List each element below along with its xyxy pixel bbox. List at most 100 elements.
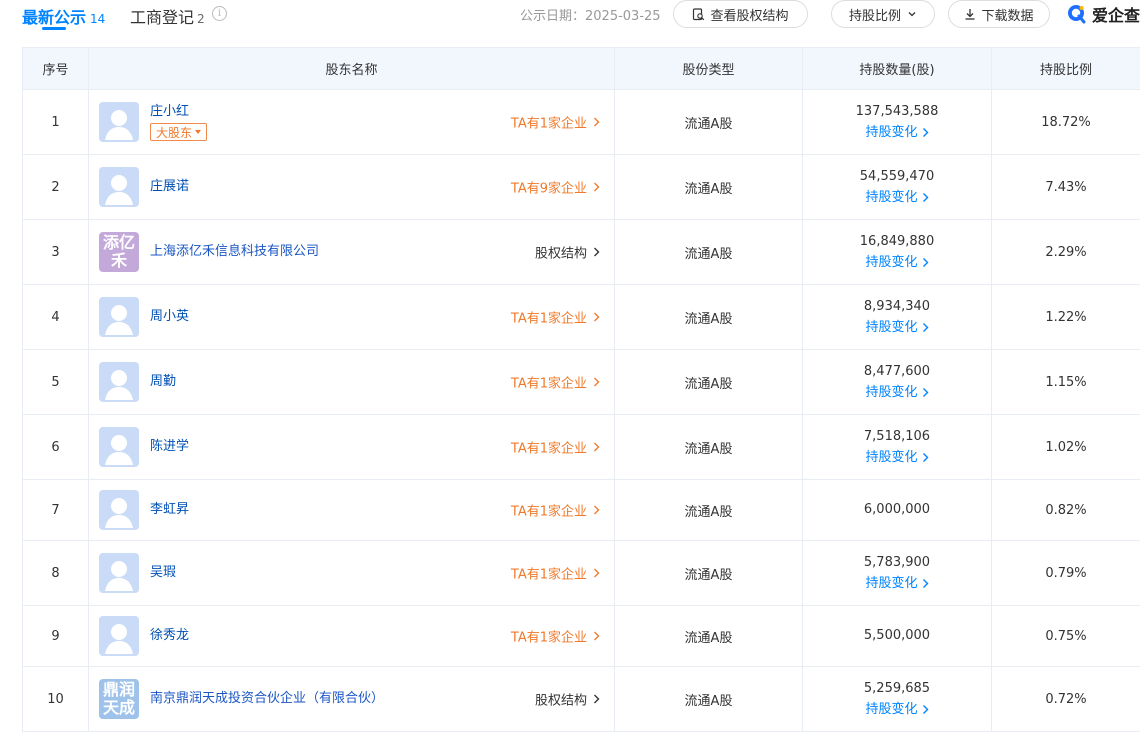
tab-business-registration[interactable]: 工商登记 2 <box>130 4 205 28</box>
table-row: 8 吴瑕 TA有1家企业 流通A股 5,783,900 持股变化 0.79% <box>22 540 1140 606</box>
related-companies-link[interactable]: TA有1家企业 <box>511 438 600 457</box>
document-search-icon <box>693 7 705 20</box>
chevron-right-icon <box>922 258 928 267</box>
holding-change-link[interactable]: 持股变化 <box>865 189 928 207</box>
share-quantity: 5,783,900 <box>863 554 931 570</box>
person-avatar[interactable] <box>99 167 139 207</box>
holding-ratio-dropdown[interactable]: 持股比例 <box>831 0 935 28</box>
shareholder-name-link[interactable]: 周小英 <box>150 308 189 326</box>
shareholder-name-link[interactable]: 陈进学 <box>150 438 189 456</box>
shareholder-name-link[interactable]: 周勤 <box>150 373 176 391</box>
shareholder-name-link[interactable]: 吴瑕 <box>150 564 176 582</box>
aiqicha-logo: 爱企查 <box>1066 2 1140 26</box>
logo-icon <box>1068 5 1086 24</box>
chevron-right-icon <box>922 128 928 137</box>
shareholder-name-link[interactable]: 徐秀龙 <box>150 627 189 645</box>
chevron-right-icon <box>594 694 600 704</box>
holding-change-label: 持股变化 <box>865 124 918 140</box>
person-avatar[interactable] <box>99 616 139 656</box>
download-icon <box>965 9 975 20</box>
related-companies-link[interactable]: TA有1家企业 <box>511 627 600 646</box>
column-header-ratio[interactable]: 持股比例 <box>991 47 1140 90</box>
column-header-quantity[interactable]: 持股数量(股) <box>802 47 992 90</box>
holding-ratio: 0.79% <box>991 540 1140 606</box>
quantity-cell: 5,783,900 持股变化 <box>802 540 992 606</box>
holding-change-label: 持股变化 <box>865 701 918 717</box>
holding-change-link[interactable]: 持股变化 <box>865 449 928 467</box>
person-avatar[interactable] <box>99 297 139 337</box>
caret-down-icon <box>195 130 202 134</box>
person-avatar[interactable] <box>99 102 139 142</box>
row-index: 9 <box>22 605 89 667</box>
tab-latest-disclosure[interactable]: 最新公示 14 <box>22 4 105 28</box>
chevron-right-icon <box>594 442 600 452</box>
table-row: 2 庄展诺 TA有9家企业 流通A股 54,559,470 持股变化 7.43% <box>22 154 1140 220</box>
holding-change-label: 持股变化 <box>865 384 918 400</box>
row-index: 5 <box>22 349 89 415</box>
holding-change-link[interactable]: 持股变化 <box>865 319 928 337</box>
major-shareholder-badge[interactable]: 大股东 <box>150 123 208 141</box>
row-index: 3 <box>22 219 89 285</box>
shareholder-name-link[interactable]: 南京鼎润天成投资合伙企业（有限合伙） <box>150 690 384 708</box>
equity-structure-link[interactable]: 股权结构 <box>535 690 600 709</box>
view-equity-structure-button[interactable]: 查看股权结构 <box>673 0 808 28</box>
holding-change-link[interactable]: 持股变化 <box>865 254 928 272</box>
person-avatar[interactable] <box>99 427 139 467</box>
quantity-cell: 7,518,106 持股变化 <box>802 414 992 480</box>
column-header-index: 序号 <box>22 47 89 90</box>
link-label: TA有1家企业 <box>510 504 587 520</box>
chevron-right-icon <box>594 247 600 257</box>
related-companies-link[interactable]: TA有1家企业 <box>511 564 600 583</box>
person-avatar-icon <box>105 624 133 654</box>
header: 最新公示 14 工商登记 2 i 公示日期：2025-03-25 查看股权结构 … <box>0 0 1140 40</box>
holding-ratio: 0.72% <box>991 666 1140 732</box>
equity-structure-link[interactable]: 股权结构 <box>535 243 600 262</box>
related-companies-link[interactable]: TA有1家企业 <box>511 501 600 520</box>
link-label: TA有1家企业 <box>510 441 587 457</box>
shareholder-cell: 周小英 TA有1家企业 <box>88 284 615 350</box>
company-avatar[interactable]: 添亿禾 <box>99 232 139 272</box>
share-type: 流通A股 <box>614 605 803 667</box>
shareholder-name-link[interactable]: 上海添亿禾信息科技有限公司 <box>150 243 319 261</box>
holding-change-link[interactable]: 持股变化 <box>865 384 928 402</box>
chevron-right-icon <box>922 453 928 462</box>
shareholder-name-link[interactable]: 庄展诺 <box>150 178 189 196</box>
related-companies-link[interactable]: TA有1家企业 <box>511 373 600 392</box>
share-quantity: 8,477,600 <box>863 363 931 379</box>
holding-change-link[interactable]: 持股变化 <box>865 575 928 593</box>
shareholder-cell: 鼎润天成 南京鼎润天成投资合伙企业（有限合伙） 股权结构 <box>88 666 615 732</box>
holding-ratio: 1.02% <box>991 414 1140 480</box>
row-index: 1 <box>22 89 89 155</box>
shareholder-cell: 陈进学 TA有1家企业 <box>88 414 615 480</box>
holding-change-label: 持股变化 <box>865 189 918 205</box>
related-companies-link[interactable]: TA有9家企业 <box>511 178 600 197</box>
holding-ratio: 0.75% <box>991 605 1140 667</box>
shareholder-name-link[interactable]: 李虹昇 <box>150 501 189 519</box>
logo-text: 爱企查 <box>1092 6 1140 25</box>
link-label: TA有9家企业 <box>510 181 587 197</box>
button-label: 下载数据 <box>981 8 1034 24</box>
download-data-button[interactable]: 下载数据 <box>948 0 1050 28</box>
link-label: TA有1家企业 <box>510 376 587 392</box>
chevron-right-icon <box>594 377 600 387</box>
related-companies-link[interactable]: TA有1家企业 <box>511 113 600 132</box>
person-avatar[interactable] <box>99 362 139 402</box>
person-avatar-icon <box>105 370 133 400</box>
share-type: 流通A股 <box>614 89 803 155</box>
share-type: 流通A股 <box>614 414 803 480</box>
related-companies-link[interactable]: TA有1家企业 <box>511 308 600 327</box>
company-avatar[interactable]: 鼎润天成 <box>99 679 139 719</box>
person-avatar[interactable] <box>99 490 139 530</box>
chevron-right-icon <box>594 631 600 641</box>
table-row: 6 陈进学 TA有1家企业 流通A股 7,518,106 持股变化 1.02% <box>22 414 1140 480</box>
button-label: 持股比例 <box>848 8 901 24</box>
chevron-right-icon <box>594 568 600 578</box>
shareholder-cell: 李虹昇 TA有1家企业 <box>88 479 615 541</box>
holding-change-link[interactable]: 持股变化 <box>865 701 928 719</box>
shareholder-cell: 周勤 TA有1家企业 <box>88 349 615 415</box>
holding-change-link[interactable]: 持股变化 <box>865 124 928 142</box>
person-avatar[interactable] <box>99 553 139 593</box>
info-icon[interactable]: i <box>212 6 227 21</box>
holding-ratio: 7.43% <box>991 154 1140 220</box>
shareholder-name-link[interactable]: 庄小红 <box>150 103 207 121</box>
